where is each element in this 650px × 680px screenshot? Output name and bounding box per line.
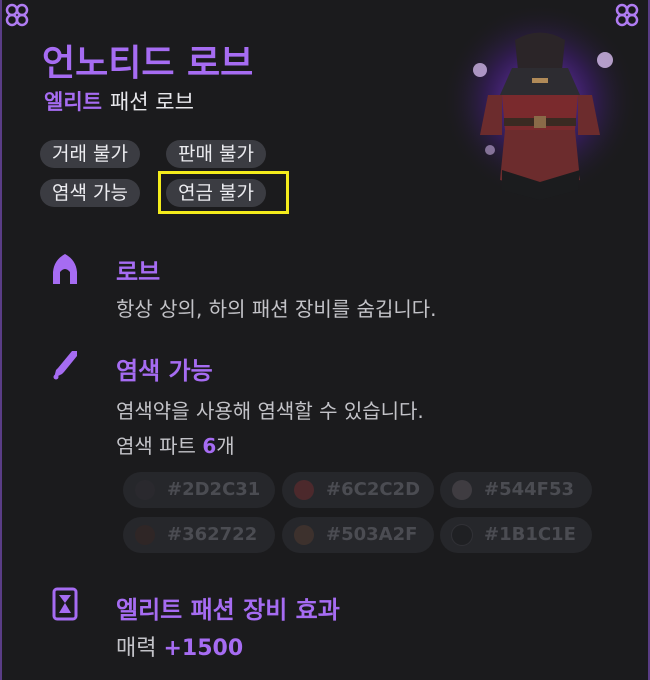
highlight-box <box>158 171 289 214</box>
section-desc-dye: 염색약을 사용해 염색할 수 있습니다. <box>116 399 424 423</box>
item-grade: 엘리트 <box>44 90 102 114</box>
dye-color-chip: #6C2C2D <box>282 472 434 508</box>
section-title-dye: 염색 가능 <box>116 357 213 385</box>
dye-parts-unit: 개 <box>216 434 235 458</box>
dye-swatch-icon <box>294 525 314 545</box>
tag-untradable: 거래 불가 <box>40 140 140 168</box>
dye-color-code: #544F53 <box>484 479 574 500</box>
tag-unsellable: 판매 불가 <box>166 140 266 168</box>
section-title-effect: 엘리트 패션 장비 효과 <box>116 596 340 624</box>
dye-color-code: #6C2C2D <box>326 479 421 500</box>
dye-swatch-icon <box>135 480 155 500</box>
dye-color-code: #2D2C31 <box>167 479 261 500</box>
dye-swatch-icon <box>452 525 472 545</box>
dye-swatch-icon <box>452 480 472 500</box>
dye-swatch-icon <box>135 525 155 545</box>
elite-fashion-icon <box>52 587 78 621</box>
frame-left-border <box>0 0 2 680</box>
section-desc-robe: 항상 상의, 하의 패션 장비를 숨깁니다. <box>116 297 437 321</box>
corner-ornament-icon <box>5 3 29 27</box>
dye-parts-label: 염색 파트 <box>116 434 196 458</box>
dye-color-chip: #544F53 <box>440 472 592 508</box>
effect-stat-value: +1500 <box>163 636 244 661</box>
dye-color-code: #503A2F <box>326 524 418 545</box>
hood-icon <box>53 254 77 284</box>
effect-stat-label: 매력 <box>116 636 157 661</box>
dye-color-code: #1B1C1E <box>484 524 576 545</box>
dye-color-chip: #1B1C1E <box>440 517 592 553</box>
section-title-robe: 로브 <box>116 258 161 286</box>
dye-color-chip: #503A2F <box>282 517 434 553</box>
dye-parts-count: 6 <box>202 434 217 458</box>
tag-dyeable: 염색 가능 <box>40 179 140 207</box>
dye-color-code: #362722 <box>167 524 258 545</box>
robe-item-image <box>442 7 638 203</box>
dye-brush-icon <box>53 351 77 380</box>
item-tooltip-panel: 언노티드 로브 엘리트 패션 로브 거래 불가 판매 불가 염색 가능 연금 불가 <box>0 0 650 680</box>
dye-swatch-icon <box>294 480 314 500</box>
item-category: 패션 로브 <box>109 90 194 114</box>
item-name: 언노티드 로브 <box>42 43 254 84</box>
dye-color-chip: #2D2C31 <box>123 472 275 508</box>
effect-stat-line: 매력 +1500 <box>116 630 243 662</box>
dye-parts-line: 염색 파트 6개 <box>116 430 235 459</box>
item-subtitle: 엘리트 패션 로브 <box>44 86 194 116</box>
dye-color-chip: #362722 <box>123 517 275 553</box>
